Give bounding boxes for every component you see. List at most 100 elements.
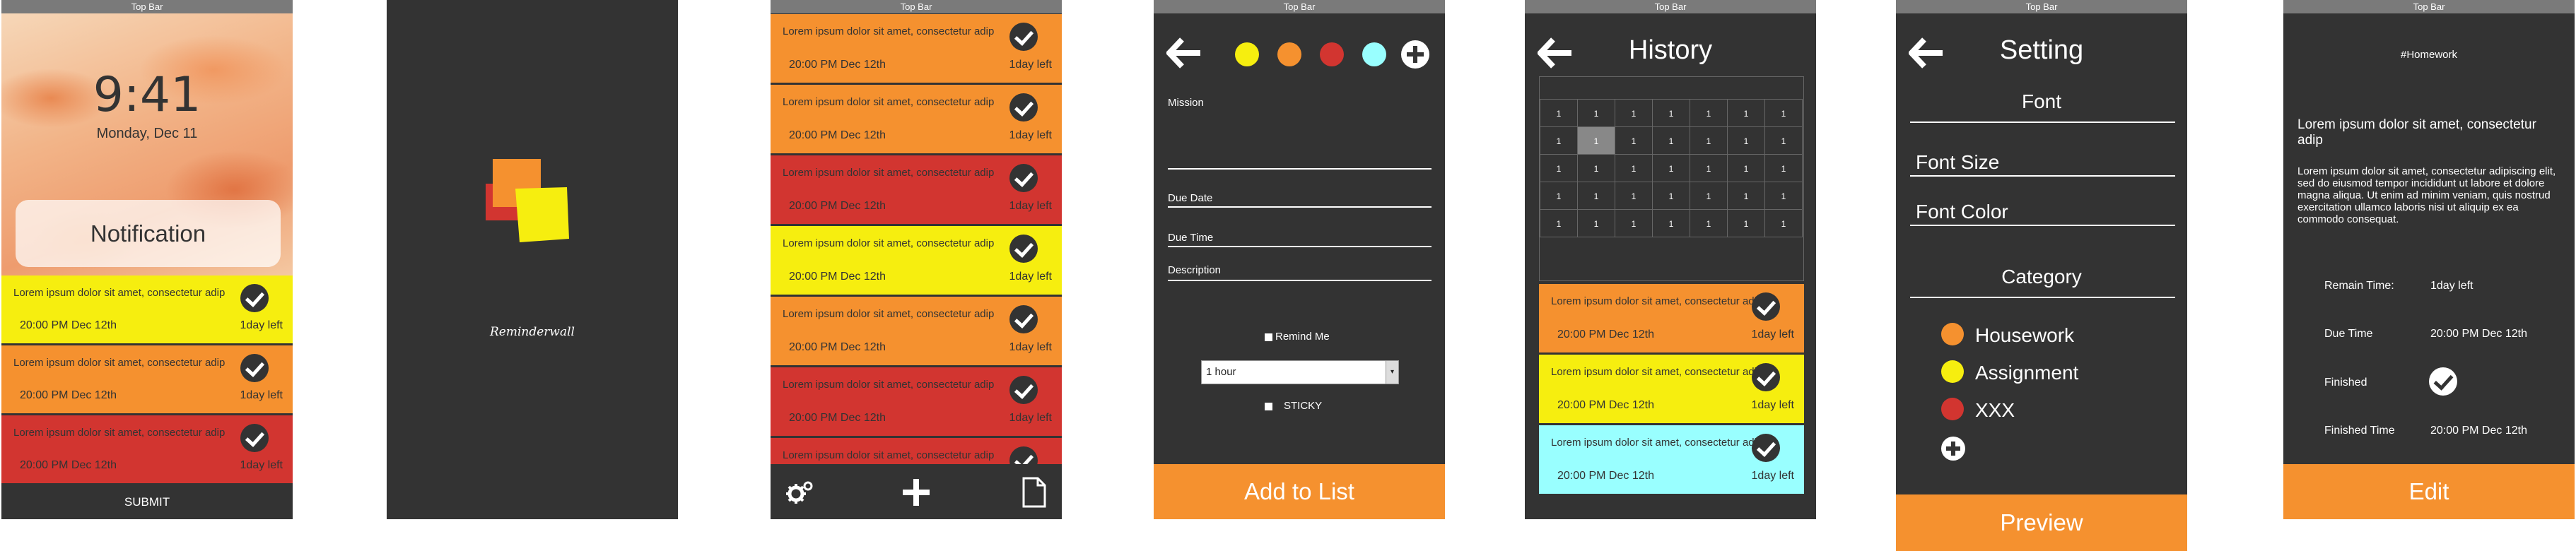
submit-button[interactable]: SUBMIT	[1, 485, 293, 519]
calendar-day[interactable]: 1	[1540, 154, 1578, 182]
check-icon[interactable]	[1752, 363, 1780, 391]
mission-input[interactable]	[1168, 168, 1432, 170]
calendar-day[interactable]: 1	[1764, 154, 1803, 182]
remind-me-checkbox[interactable]	[1265, 333, 1272, 341]
calendar-day[interactable]: 1	[1540, 126, 1578, 155]
calendar-day[interactable]: 1	[1727, 99, 1765, 127]
calendar-day[interactable]: 1	[1577, 209, 1615, 237]
calendar-day[interactable]: 1	[1615, 99, 1653, 127]
check-icon[interactable]	[1009, 235, 1038, 263]
due-time-label: Due Time	[1168, 232, 1214, 244]
calendar-day[interactable]: 1	[1727, 154, 1765, 182]
calendar-day[interactable]: 1	[1540, 99, 1578, 127]
reminder-text: Lorem ipsum dolor sit amet, consectetur …	[783, 25, 995, 37]
calendar-day[interactable]: 1	[1615, 154, 1653, 182]
calendar-day[interactable]: 1	[1652, 99, 1690, 127]
check-icon[interactable]	[1009, 164, 1038, 192]
calendar-day[interactable]: 1	[1540, 182, 1578, 210]
calendar-day[interactable]: 1	[1577, 182, 1615, 210]
plus-icon[interactable]	[901, 477, 932, 508]
calendar-day[interactable]: 1	[1615, 209, 1653, 237]
check-icon[interactable]	[240, 424, 269, 452]
calendar-day[interactable]: 1	[1764, 126, 1803, 155]
add-category-icon[interactable]	[1941, 437, 1965, 461]
reminder-card[interactable]: Lorem ipsum dolor sit amet, consectetur …	[1, 276, 293, 345]
category-item[interactable]: Housework	[1975, 324, 2074, 347]
category-item[interactable]: XXX	[1975, 399, 2015, 422]
sticky-checkbox[interactable]	[1265, 403, 1272, 410]
font-color-option[interactable]: Font Color	[1916, 201, 2008, 223]
reminder-card[interactable]: Lorem ipsum dolor sit amet, consectetur …	[771, 367, 1062, 438]
calendar-day[interactable]: 1	[1577, 99, 1615, 127]
reminder-remaining: 1day left	[240, 319, 283, 331]
calendar-day[interactable]: 1	[1764, 182, 1803, 210]
check-icon[interactable]	[1009, 93, 1038, 122]
reminder-card[interactable]: Lorem ipsum dolor sit amet, consectetur …	[1539, 425, 1804, 496]
calendar-day[interactable]: 1	[1615, 182, 1653, 210]
back-arrow-icon[interactable]	[1166, 37, 1202, 69]
check-icon[interactable]	[1752, 292, 1780, 321]
history-screen: Top Bar History 111111111111111111111111…	[1525, 0, 1816, 519]
calendar-day[interactable]: 1	[1652, 182, 1690, 210]
calendar-day[interactable]: 1	[1615, 126, 1653, 155]
reminder-remaining: 1day left	[1751, 470, 1794, 482]
document-icon[interactable]	[1018, 477, 1049, 508]
calendar-day[interactable]: 1	[1690, 99, 1728, 127]
reminder-text: Lorem ipsum dolor sit amet, consectetur …	[783, 237, 995, 249]
calendar-day[interactable]: 1	[1690, 154, 1728, 182]
color-option-yellow[interactable]	[1235, 42, 1259, 66]
calendar-day[interactable]: 1	[1690, 182, 1728, 210]
due-time-input[interactable]	[1168, 246, 1432, 247]
calendar-day[interactable]: 1	[1764, 99, 1803, 127]
reminder-due-time: 20:00 PM Dec 12th	[789, 59, 886, 71]
edit-button[interactable]: Edit	[2283, 464, 2575, 519]
notification-banner[interactable]: Notification	[16, 200, 281, 267]
calendar-day[interactable]: 1	[1727, 182, 1765, 210]
category-item[interactable]: Assignment	[1975, 362, 2078, 384]
dropdown-arrow-icon[interactable]: ▾	[1386, 361, 1398, 384]
check-icon[interactable]	[1009, 23, 1038, 51]
gears-icon[interactable]	[785, 477, 816, 508]
color-option-red[interactable]	[1320, 42, 1344, 66]
reminder-card[interactable]: Lorem ipsum dolor sit amet, consectetur …	[771, 14, 1062, 85]
remind-interval-select[interactable]: 1 hour ▾	[1201, 360, 1399, 384]
reminder-card[interactable]: Lorem ipsum dolor sit amet, consectetur …	[771, 226, 1062, 297]
reminder-due-time: 20:00 PM Dec 12th	[1557, 470, 1654, 482]
reminder-card[interactable]: Lorem ipsum dolor sit amet, consectetur …	[1539, 355, 1804, 425]
calendar-day[interactable]: 1	[1652, 209, 1690, 237]
check-icon[interactable]	[1009, 305, 1038, 333]
check-icon[interactable]	[1752, 434, 1780, 462]
calendar-day[interactable]: 1	[1727, 126, 1765, 155]
preview-button[interactable]: Preview	[1896, 494, 2187, 551]
calendar-day[interactable]: 1	[1690, 209, 1728, 237]
divider	[1910, 297, 2175, 298]
reminder-card[interactable]: Lorem ipsum dolor sit amet, consectetur …	[771, 297, 1062, 367]
calendar-day[interactable]: 1	[1652, 126, 1690, 155]
reminder-card[interactable]: Lorem ipsum dolor sit amet, consectetur …	[771, 155, 1062, 226]
reminder-card[interactable]: Lorem ipsum dolor sit amet, consectetur …	[1, 345, 293, 415]
color-option-cyan[interactable]	[1362, 42, 1386, 66]
detail-body: Lorem ipsum dolor sit amet, consectetur …	[2297, 165, 2556, 225]
finished-check-icon[interactable]	[2429, 367, 2457, 396]
calendar-day[interactable]: 1	[1764, 209, 1803, 237]
calendar-day[interactable]: 1	[1577, 154, 1615, 182]
check-icon[interactable]	[1009, 376, 1038, 404]
reminder-card[interactable]: Lorem ipsum dolor sit amet, consectetur …	[1, 415, 293, 485]
check-icon[interactable]	[240, 284, 269, 312]
calendar-day[interactable]: 1	[1540, 209, 1578, 237]
due-date-input[interactable]	[1168, 206, 1432, 208]
reminder-card[interactable]: Lorem ipsum dolor sit amet, consectetur …	[1539, 284, 1804, 355]
calendar-day[interactable]: 1	[1727, 209, 1765, 237]
add-color-icon[interactable]	[1401, 40, 1429, 69]
check-icon[interactable]	[240, 354, 269, 382]
calendar-day[interactable]: 1	[1577, 126, 1615, 155]
description-input[interactable]	[1168, 280, 1432, 281]
calendar-day[interactable]: 1	[1690, 126, 1728, 155]
due-date-label: Due Date	[1168, 192, 1213, 204]
add-to-list-button[interactable]: Add to List	[1154, 464, 1445, 519]
top-bar: Top Bar	[1525, 0, 1816, 13]
color-option-orange[interactable]	[1277, 42, 1301, 66]
font-size-option[interactable]: Font Size	[1916, 151, 1999, 174]
calendar-day[interactable]: 1	[1652, 154, 1690, 182]
reminder-card[interactable]: Lorem ipsum dolor sit amet, consectetur …	[771, 85, 1062, 155]
